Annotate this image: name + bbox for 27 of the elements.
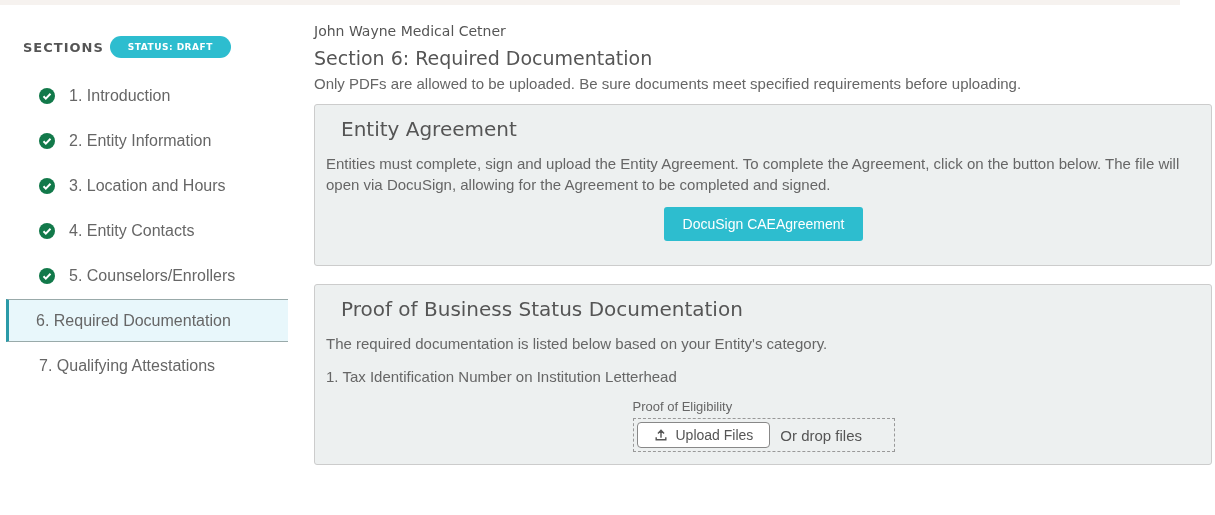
upload-files-button[interactable]: Upload Files: [636, 422, 771, 448]
sidebar-item[interactable]: 7. Qualifying Attestations: [6, 344, 288, 387]
sidebar-item[interactable]: 4. Entity Contacts: [6, 209, 288, 252]
check-circle-icon: [39, 222, 55, 239]
sidebar-item[interactable]: 6. Required Documentation: [6, 299, 288, 342]
sidebar-item[interactable]: 5. Counselors/Enrollers: [6, 254, 288, 297]
upload-label: Proof of Eligibility: [632, 399, 734, 414]
upload-note: Only PDFs are allowed to be uploaded. Be sure documents meet specified requirements before uploading.: [314, 75, 1023, 92]
sidebar-item[interactable]: 3. Location and Hours: [6, 164, 288, 207]
panel-text: The required documentation is listed below based on your Entity's category.: [326, 334, 829, 354]
sections-heading: SECTIONS: [23, 39, 104, 55]
check-circle-icon: [39, 132, 55, 149]
sidebar-item[interactable]: 1. Introduction: [6, 74, 288, 117]
panel-text: Entities must complete, sign and upload the Entity Agreement. To complete the Agreement, click on the button below. The file will open via DocuSign, allowing for the Agreement to be completed and signed.: [326, 154, 1181, 195]
drop-hint: Or drop files: [780, 426, 863, 444]
check-circle-icon: [39, 267, 55, 284]
section-title: Section 6: Required Documentation: [314, 47, 654, 69]
check-circle-icon: [39, 87, 55, 104]
panel-text: 1. Tax Identification Number on Institution Letterhead: [326, 367, 678, 387]
status-badge: STATUS: DRAFT: [109, 36, 231, 58]
upload-icon: [653, 428, 668, 442]
organization-name: John Wayne Medical Cetner: [314, 23, 507, 39]
panel-title: Entity Agreement: [340, 117, 518, 141]
check-circle-icon: [39, 177, 55, 194]
sidebar-item[interactable]: 2. Entity Information: [6, 119, 288, 162]
drop-zone[interactable]: Upload Files Or drop files: [632, 418, 895, 452]
panel-title: Proof of Business Status Documentation: [340, 297, 744, 321]
